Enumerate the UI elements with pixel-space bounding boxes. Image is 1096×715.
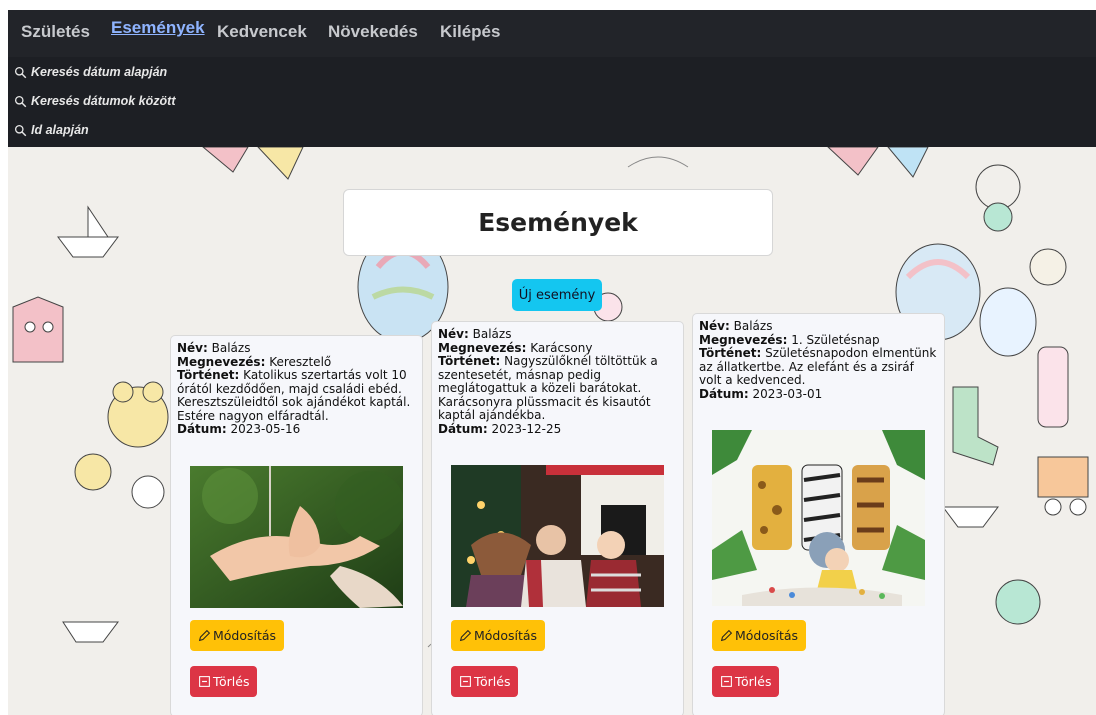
name-label: Név:	[177, 341, 208, 355]
edit-button-label: Módosítás	[735, 628, 799, 643]
delete-button[interactable]: Törlés	[451, 666, 519, 697]
search-between-dates-link[interactable]: Keresés dátumok között	[14, 94, 175, 108]
app-frame: Születés Események Kedvencek Növekedés K…	[8, 10, 1096, 715]
edit-button-label: Módosítás	[213, 628, 277, 643]
nav-item-szuletes[interactable]: Születés	[21, 22, 90, 42]
event-title: Keresztelő	[269, 354, 332, 369]
event-date: 2023-05-16	[230, 422, 301, 436]
name-label: Név:	[699, 319, 730, 333]
new-event-button[interactable]: Új esemény	[512, 279, 602, 311]
pencil-icon	[459, 629, 472, 642]
event-name: Balázs	[211, 341, 251, 355]
delete-button-label: Törlés	[213, 674, 250, 689]
story-label: Történet:	[699, 346, 762, 360]
date-label: Dátum:	[699, 386, 749, 401]
event-title: 1. Születésnap	[791, 332, 880, 347]
nav-item-esemenyek[interactable]: Események	[111, 18, 205, 38]
event-card: Név: Balázs Megnevezés: Keresztelő Törté…	[170, 335, 423, 715]
delete-button[interactable]: Törlés	[712, 666, 780, 697]
nav-item-novekedes[interactable]: Növekedés	[328, 22, 418, 42]
date-label: Dátum:	[438, 421, 488, 436]
delete-button-label: Törlés	[474, 674, 511, 689]
minus-square-icon	[721, 676, 732, 687]
event-card-text: Név: Balázs Megnevezés: 1. Születésnap T…	[699, 319, 940, 401]
story-label: Történet:	[438, 354, 501, 368]
event-card: Név: Balázs Megnevezés: 1. Születésnap T…	[692, 313, 945, 715]
delete-button[interactable]: Törlés	[190, 666, 258, 697]
title-label: Megnevezés:	[438, 340, 527, 355]
event-name: Balázs	[472, 327, 512, 341]
name-label: Név:	[438, 327, 469, 341]
title-label: Megnevezés:	[177, 354, 266, 369]
edit-button[interactable]: Módosítás	[190, 620, 285, 651]
nav-item-kilepes[interactable]: Kilépés	[440, 22, 500, 42]
search-subnav: Keresés dátum alapján Keresés dátumok kö…	[8, 57, 1096, 147]
event-photo	[451, 465, 664, 607]
edit-button[interactable]: Módosítás	[712, 620, 807, 651]
search-by-date-label: Keresés dátum alapján	[31, 65, 168, 79]
story-label: Történet:	[177, 368, 240, 382]
minus-square-icon	[199, 676, 210, 687]
page-heading-box: Események	[343, 189, 773, 256]
edit-button-label: Módosítás	[474, 628, 538, 643]
event-card: Név: Balázs Megnevezés: Karácsony Történ…	[431, 321, 684, 715]
pencil-icon	[720, 629, 733, 642]
search-by-id-label: Id alapján	[31, 123, 89, 137]
event-photo	[712, 430, 925, 606]
title-label: Megnevezés:	[699, 332, 788, 347]
event-card-text: Név: Balázs Megnevezés: Keresztelő Törté…	[177, 341, 418, 437]
edit-button[interactable]: Módosítás	[451, 620, 546, 651]
event-photo	[190, 466, 403, 608]
search-by-id-link[interactable]: Id alapján	[14, 123, 89, 137]
minus-square-icon	[460, 676, 471, 687]
event-card-text: Név: Balázs Megnevezés: Karácsony Történ…	[438, 327, 679, 436]
event-title: Karácsony	[530, 340, 593, 355]
event-date: 2023-03-01	[752, 386, 823, 401]
date-label: Dátum:	[177, 422, 227, 436]
search-icon	[14, 66, 27, 78]
search-icon	[14, 95, 27, 107]
delete-button-label: Törlés	[735, 674, 772, 689]
pencil-icon	[198, 629, 211, 642]
page-title: Események	[478, 208, 638, 237]
nav-item-kedvencek[interactable]: Kedvencek	[217, 22, 307, 42]
event-name: Balázs	[733, 319, 773, 333]
event-date: 2023-12-25	[491, 421, 562, 436]
search-by-date-link[interactable]: Keresés dátum alapján	[14, 65, 167, 79]
search-between-dates-label: Keresés dátumok között	[31, 94, 176, 108]
top-navbar: Születés Események Kedvencek Növekedés K…	[8, 10, 1096, 57]
search-icon	[14, 124, 27, 136]
